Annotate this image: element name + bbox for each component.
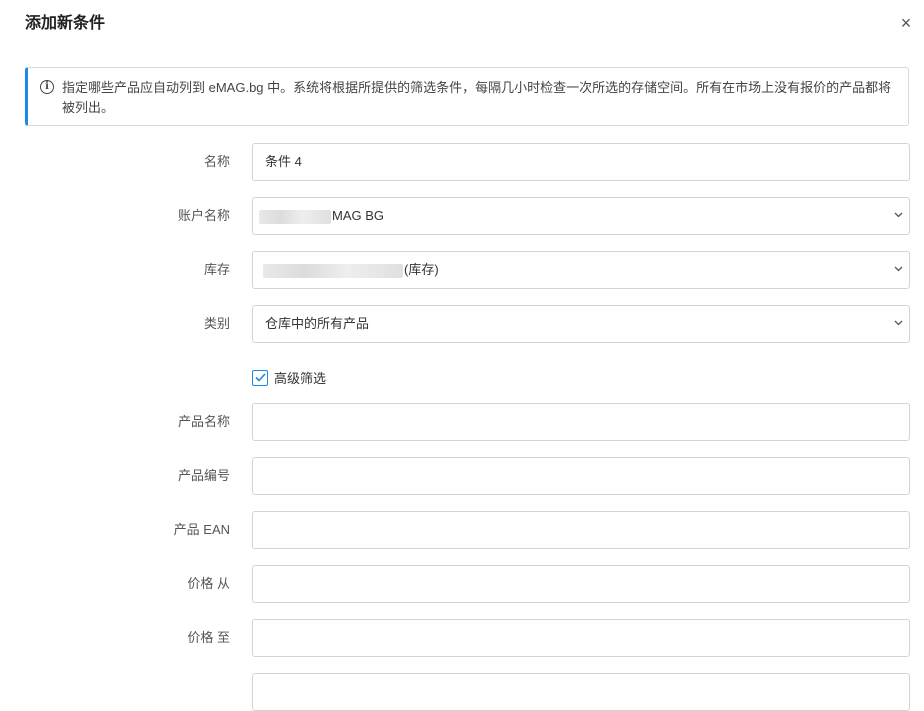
chevron-down-icon [894,306,903,326]
advanced-filter-toggle[interactable]: 高级筛选 [252,368,326,387]
next-field-partial[interactable] [252,673,910,711]
redacted-inventory-prefix [263,263,403,278]
price-from-label: 价格 从 [187,576,230,591]
name-field[interactable]: 条件 4 [252,143,910,181]
advanced-filter-checkbox[interactable] [252,369,268,386]
category-value: 仓库中的所有产品 [265,316,370,331]
info-icon: i [40,80,54,94]
product-code-label: 产品编号 [177,468,230,483]
chevron-down-icon [894,252,903,272]
name-label: 名称 [203,154,230,169]
redacted-account-prefix [259,209,331,224]
chevron-down-icon [894,198,903,218]
info-box: i 指定哪些产品应自动列到 eMAG.bg 中。系统将根据所提供的筛选条件，每隔… [25,67,909,126]
product-name-label: 产品名称 [177,414,230,429]
product-ean-label: 产品 EAN [173,522,230,537]
category-label: 类别 [203,316,230,331]
dialog-title: 添加新条件 [25,15,106,32]
product-ean-input[interactable] [252,511,910,549]
category-select[interactable]: 仓库中的所有产品 [252,305,910,343]
close-button[interactable]: × [897,12,915,34]
inventory-select[interactable]: (库存) [252,251,910,289]
info-text: 指定哪些产品应自动列到 eMAG.bg 中。系统将根据所提供的筛选条件，每隔几小… [62,80,892,115]
check-icon [254,373,266,382]
product-code-input[interactable] [252,457,910,495]
price-to-input[interactable] [252,619,910,657]
product-name-input[interactable] [252,403,910,441]
advanced-filter-label: 高级筛选 [274,371,327,386]
account-select[interactable]: MAG BG [252,197,910,235]
inventory-value: (库存) [404,262,439,277]
account-value: MAG BG [332,208,385,223]
name-value: 条件 4 [265,154,302,169]
account-label: 账户名称 [177,208,230,223]
price-to-label: 价格 至 [187,630,230,645]
inventory-label: 库存 [203,262,230,277]
price-from-input[interactable] [252,565,910,603]
